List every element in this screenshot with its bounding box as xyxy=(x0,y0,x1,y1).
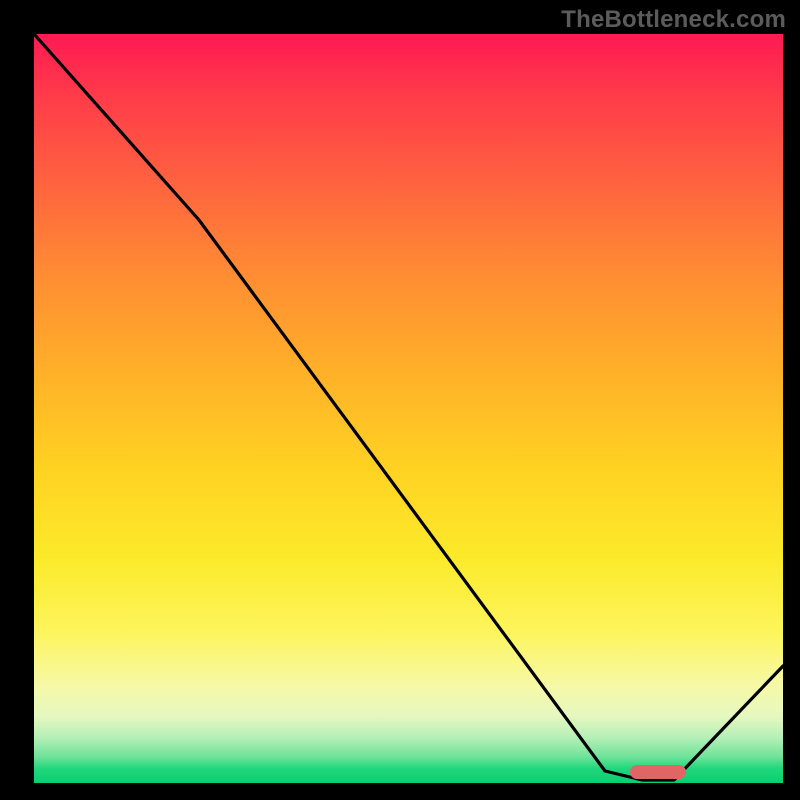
optimum-bar xyxy=(630,765,686,779)
chart-stage: TheBottleneck.com xyxy=(0,0,800,800)
chart-svg xyxy=(34,34,783,783)
watermark-text: TheBottleneck.com xyxy=(561,6,786,34)
black-curve xyxy=(34,34,783,780)
plot-area xyxy=(34,34,783,783)
